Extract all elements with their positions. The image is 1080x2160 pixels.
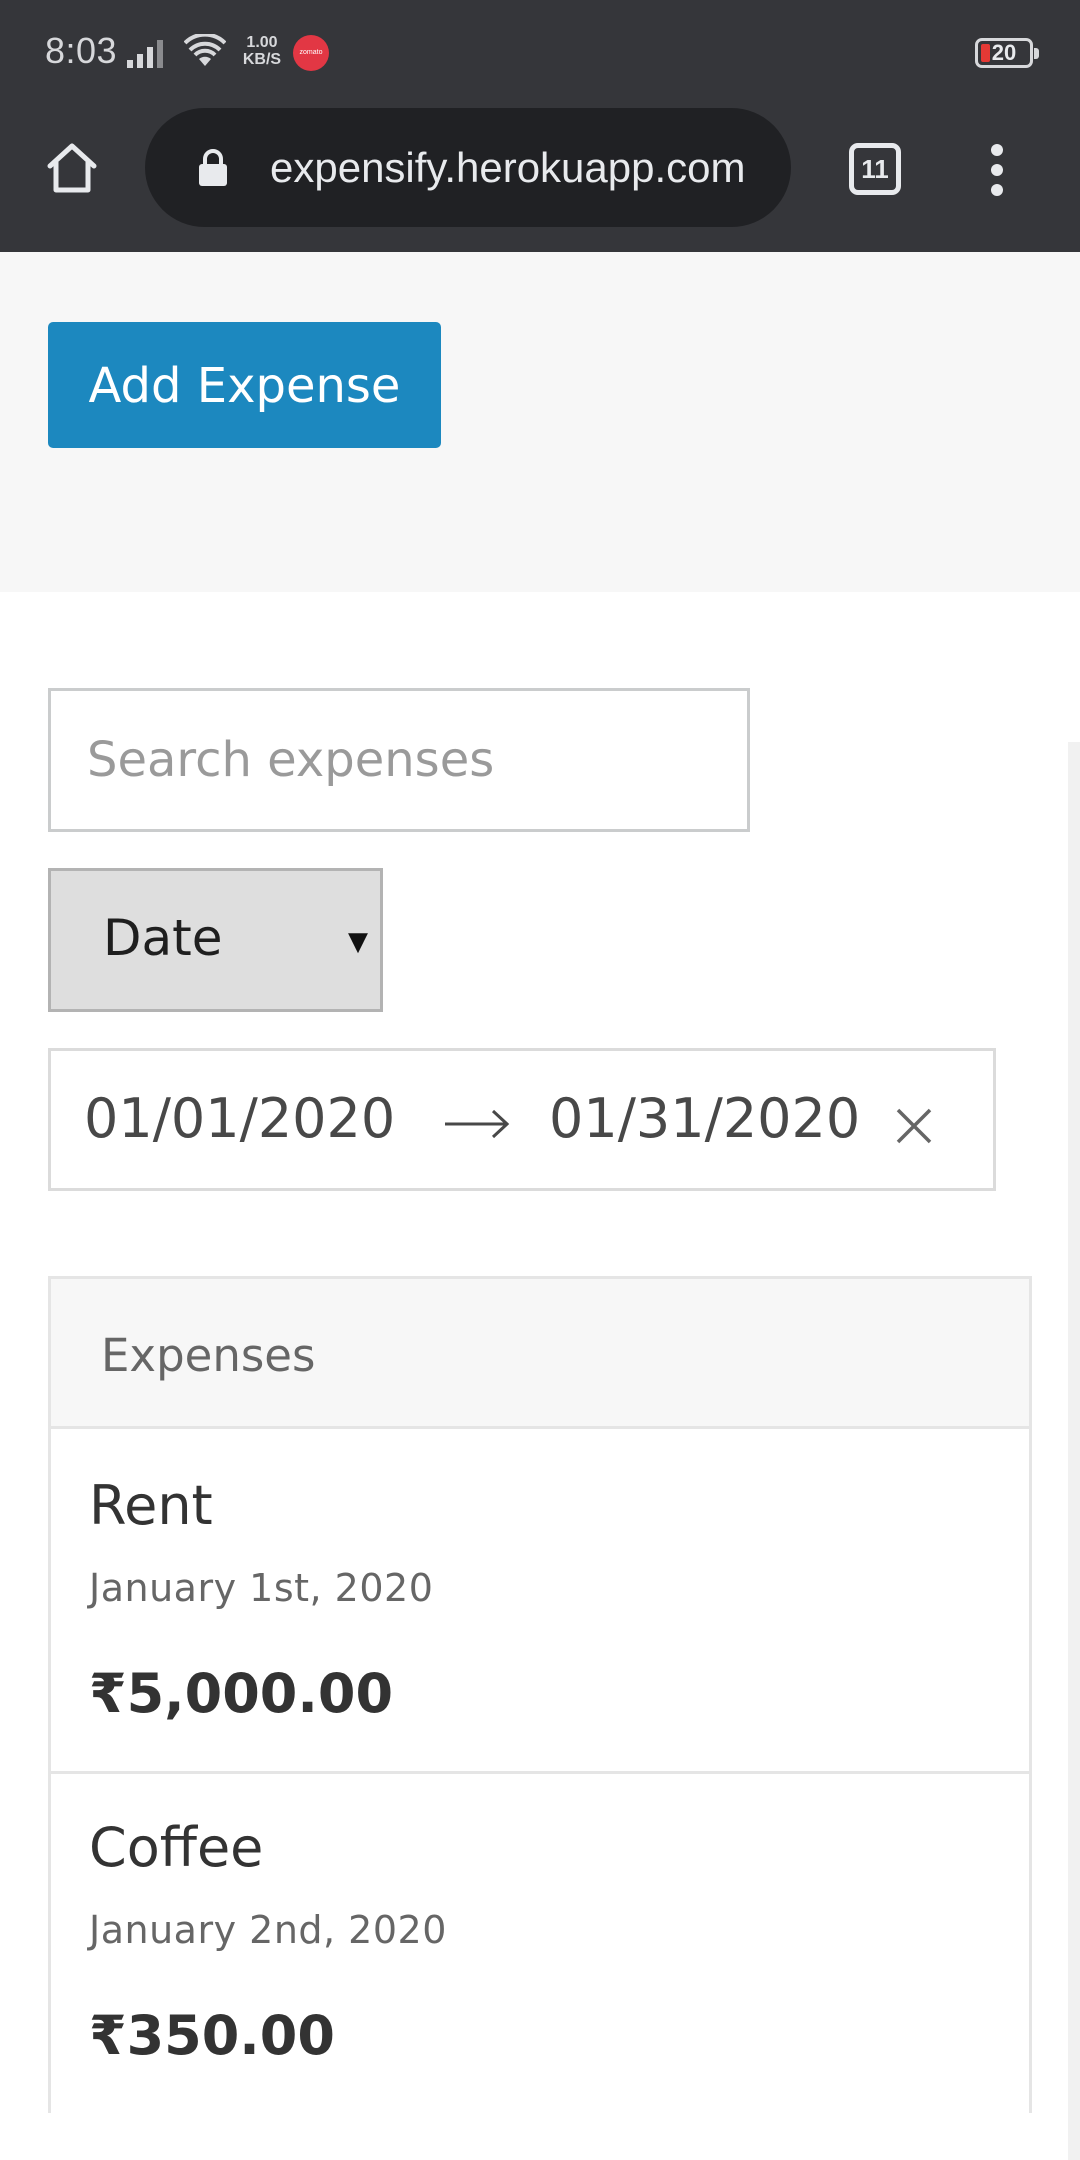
signal-icon — [127, 40, 163, 68]
arrow-right-icon — [445, 1109, 510, 1139]
battery-icon: 20 — [975, 38, 1039, 68]
home-icon[interactable] — [42, 138, 102, 198]
sort-by-select[interactable]: Date ▼ — [48, 868, 383, 1012]
expense-list-item[interactable]: Coffee January 2nd, 2020 ₹350.00 — [51, 1774, 1029, 2116]
start-date-input[interactable]: 01/01/2020 — [84, 1087, 395, 1150]
expense-list-header: Expenses — [51, 1279, 1029, 1429]
expense-amount: ₹5,000.00 — [89, 1662, 394, 1725]
url-text[interactable]: expensify.herokuapp.com — [270, 144, 746, 192]
page-header: Add Expense — [0, 252, 1080, 592]
expense-date: January 2nd, 2020 — [89, 1908, 447, 1952]
menu-dot — [991, 184, 1003, 196]
more-vert-icon[interactable] — [975, 142, 1019, 198]
status-time: 8:03 — [45, 30, 118, 71]
wifi-icon — [184, 34, 226, 66]
end-date-input[interactable]: 01/31/2020 — [549, 1087, 860, 1150]
browser-toolbar: expensify.herokuapp.com 11 — [0, 108, 1080, 252]
zomato-icon: zomato — [293, 35, 329, 71]
expense-description[interactable]: Rent — [89, 1474, 213, 1537]
browser-chrome: 8:03 1.00 KB/S zomato 20 expensify.herok… — [0, 0, 1080, 252]
network-speed-value: 1.00 — [246, 34, 278, 51]
network-speed: 1.00 KB/S — [236, 34, 288, 68]
expense-list: Expenses Rent January 1st, 2020 ₹5,000.0… — [48, 1276, 1032, 2116]
caret-down-icon: ▼ — [348, 927, 368, 957]
address-bar[interactable]: expensify.herokuapp.com — [145, 108, 791, 227]
search-input[interactable]: Search expenses — [48, 688, 750, 832]
expense-list-item[interactable]: Rent January 1st, 2020 ₹5,000.00 — [51, 1432, 1029, 1774]
tab-switcher-icon[interactable]: 11 — [849, 143, 901, 195]
network-speed-unit: KB/S — [242, 51, 282, 68]
menu-dot — [991, 164, 1003, 176]
sort-by-value: Date — [103, 909, 223, 967]
expense-amount: ₹350.00 — [89, 2004, 335, 2067]
status-bar: 8:03 1.00 KB/S zomato 20 — [0, 0, 1080, 108]
clear-icon[interactable] — [895, 1107, 933, 1145]
expense-description[interactable]: Coffee — [89, 1816, 263, 1879]
date-range-picker[interactable]: 01/01/2020 01/31/2020 — [48, 1048, 996, 1191]
battery-level: 20 — [991, 40, 1017, 65]
lock-icon[interactable] — [197, 148, 229, 188]
add-expense-button[interactable]: Add Expense — [48, 322, 441, 448]
expense-date: January 1st, 2020 — [89, 1566, 434, 1610]
page-scrollbar[interactable] — [1068, 742, 1080, 2160]
menu-dot — [991, 144, 1003, 156]
expense-list-title: Expenses — [101, 1329, 316, 1382]
